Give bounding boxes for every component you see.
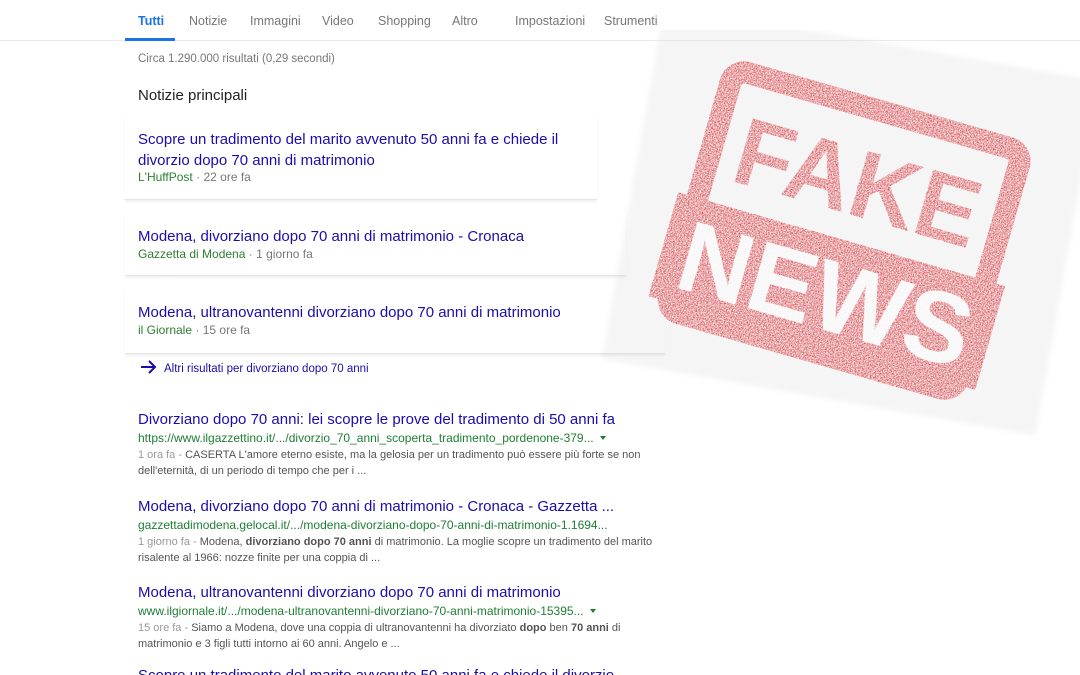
news-time: 1 giorno fa	[256, 247, 313, 261]
news-card-title[interactable]: Scopre un tradimento del marito avvenuto…	[138, 129, 608, 171]
tab-impostazioni[interactable]: Impostazioni	[515, 14, 585, 28]
separator: ·	[195, 323, 203, 337]
fake-news-stamp: FAKE NEWS	[590, 30, 1080, 450]
result-url: www.ilgiornale.it/.../modena-ultranovant…	[138, 603, 658, 619]
search-result: Modena, ultranovantenni divorziano dopo …	[138, 583, 658, 652]
news-time: 15 ore fa	[202, 323, 251, 337]
result-title[interactable]: Modena, divorziano dopo 70 anni di matri…	[138, 497, 658, 517]
tab-tutti[interactable]: Tutti	[138, 14, 164, 28]
search-result: Divorziano dopo 70 anni: lei scopre le p…	[138, 410, 658, 479]
tab-immagini[interactable]: Immagini	[250, 14, 301, 28]
tab-altro[interactable]: Altro	[452, 14, 478, 28]
search-result: Modena, divorziano dopo 70 anni di matri…	[138, 497, 658, 566]
snippet-part: ben	[546, 622, 571, 634]
more-news-link[interactable]: Altri risultati per divorziano dopo 70 a…	[140, 360, 369, 375]
result-date: 15 ore fa	[138, 622, 182, 634]
more-news-label: Altri risultati per divorziano dopo 70 a…	[164, 363, 369, 375]
tab-strumenti[interactable]: Strumenti	[604, 14, 658, 28]
dropdown-caret-icon[interactable]	[589, 609, 596, 613]
result-title[interactable]: Divorziano dopo 70 anni: lei scopre le p…	[138, 410, 658, 430]
news-card-meta: il Giornale · 15 ore fa	[138, 323, 250, 337]
result-snippet: 15 ore fa - Siamo a Modena, dove una cop…	[138, 620, 658, 652]
snippet-highlight: 70 anni	[570, 622, 609, 634]
result-title[interactable]: Modena, ultranovantenni divorziano dopo …	[138, 583, 658, 603]
snippet-part: Siamo a Modena, dove una coppia di ultra…	[191, 622, 520, 634]
news-source: Gazzetta di Modena	[138, 247, 246, 261]
news-source: il Giornale	[138, 323, 193, 337]
news-card[interactable]: Modena, ultranovantenni divorziano dopo …	[125, 290, 665, 354]
top-stories-title: Notizie principali	[138, 87, 248, 104]
result-snippet: 1 ora fa - CASERTA L'amore eterno esiste…	[138, 447, 658, 479]
separator: -	[189, 536, 200, 548]
result-url-text: https://www.ilgazzettino.it/.../divorzio…	[138, 431, 594, 445]
result-url-text: gazzettadimodena.gelocal.it/.../modena-d…	[138, 518, 608, 532]
stamp-graphic: FAKE NEWS	[648, 61, 1031, 400]
news-source: L'HuffPost	[138, 170, 193, 184]
result-snippet: 1 giorno fa - Modena, divorziano dopo 70…	[138, 534, 658, 566]
tab-video[interactable]: Video	[322, 14, 354, 28]
active-tab-indicator	[125, 38, 175, 41]
tab-notizie[interactable]: Notizie	[189, 14, 227, 28]
result-snippet-text: CASERTA L'amore eterno esiste, ma la gel…	[138, 449, 641, 477]
result-url-text: www.ilgiornale.it/.../modena-ultranovant…	[138, 604, 584, 618]
arrow-right-icon	[141, 360, 157, 374]
result-url: gazzettadimodena.gelocal.it/.../modena-d…	[138, 517, 658, 533]
result-date: 1 giorno fa	[138, 536, 190, 548]
separator: -	[175, 449, 186, 461]
separator: -	[181, 622, 192, 634]
separator: ·	[248, 247, 257, 261]
news-card[interactable]: Scopre un tradimento del marito avvenuto…	[125, 112, 597, 200]
news-card[interactable]: Modena, divorziano dopo 70 anni di matri…	[125, 212, 626, 276]
search-result: Scopre un tradimento del marito avvenuto…	[138, 666, 658, 675]
snippet-highlight: divorziano dopo 70 anni	[245, 536, 372, 548]
news-card-meta: L'HuffPost · 22 ore fa	[138, 170, 251, 184]
result-url: https://www.ilgazzettino.it/.../divorzio…	[138, 430, 658, 446]
news-card-title[interactable]: Modena, divorziano dopo 70 anni di matri…	[138, 226, 618, 247]
result-date: 1 ora fa	[138, 449, 176, 461]
news-card-meta: Gazzetta di Modena · 1 giorno fa	[138, 247, 313, 261]
tab-shopping[interactable]: Shopping	[378, 14, 431, 28]
news-time: 22 ore fa	[203, 170, 251, 184]
snippet-part: Modena,	[199, 536, 246, 548]
snippet-highlight: dopo	[519, 622, 547, 634]
result-stats: Circa 1.290.000 risultati (0,29 secondi)	[138, 53, 335, 65]
news-card-title[interactable]: Modena, ultranovantenni divorziano dopo …	[138, 302, 658, 323]
result-title[interactable]: Scopre un tradimento del marito avvenuto…	[138, 666, 658, 675]
